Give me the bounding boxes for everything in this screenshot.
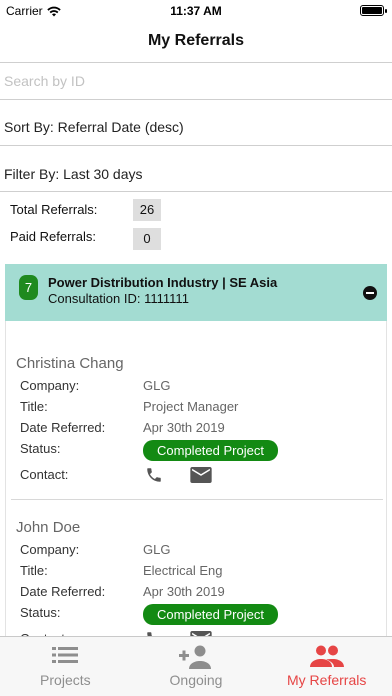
title-label: Title:: [20, 399, 48, 414]
project-header[interactable]: 7 Power Distribution Industry | SE Asia …: [5, 264, 387, 321]
tab-ongoing[interactable]: Ongoing: [131, 637, 262, 696]
company-label: Company:: [20, 378, 80, 393]
title-label: Title:: [20, 563, 48, 578]
sort-label: Sort By: Referral Date (desc): [4, 119, 184, 135]
status-badge: Completed Project: [143, 604, 278, 625]
navigation-bar: My Referrals: [0, 20, 392, 62]
status-time: 11:37 AM: [170, 4, 222, 18]
consultation-id: Consultation ID: 1111111: [48, 291, 189, 306]
search-row: [0, 62, 392, 100]
referral-list: Christina Chang Company: GLG Title: Proj…: [5, 321, 387, 641]
title-value: Project Manager: [143, 399, 239, 414]
company-label: Company:: [20, 542, 80, 557]
filter-selector[interactable]: Filter By: Last 30 days: [0, 146, 392, 192]
contact-label: Contact:: [20, 467, 69, 482]
status-bar: Carrier 11:37 AM: [0, 0, 392, 20]
filter-label: Filter By: Last 30 days: [4, 166, 143, 182]
tab-projects-label: Projects: [40, 672, 91, 688]
tab-ongoing-label: Ongoing: [169, 672, 223, 688]
collapse-icon[interactable]: [363, 286, 377, 300]
date-referred-label: Date Referred:: [20, 420, 106, 435]
tab-my-referrals-label: My Referrals: [287, 672, 367, 688]
status-label: Status:: [20, 441, 61, 456]
company-value: GLG: [143, 378, 171, 393]
battery-icon: [360, 5, 387, 16]
title-value: Electrical Eng: [143, 563, 223, 578]
referral-name: Christina Chang: [16, 355, 124, 372]
referral-count-badge: 7: [19, 275, 38, 300]
list-icon: [52, 647, 79, 663]
paid-referrals-label: Paid Referrals:: [10, 229, 96, 244]
search-input[interactable]: [4, 63, 384, 99]
status-label: Status:: [20, 605, 61, 620]
date-referred-value: Apr 30th 2019: [143, 420, 225, 435]
sort-selector[interactable]: Sort By: Referral Date (desc): [0, 100, 392, 146]
divider: [11, 499, 383, 500]
people-icon: [309, 645, 344, 667]
date-referred-value: Apr 30th 2019: [143, 584, 225, 599]
date-referred-label: Date Referred:: [20, 584, 106, 599]
email-icon[interactable]: [190, 467, 212, 483]
paid-referrals-value: 0: [133, 228, 161, 250]
total-referrals-value: 26: [133, 199, 161, 221]
project-title: Power Distribution Industry | SE Asia: [48, 275, 278, 290]
tab-projects[interactable]: Projects: [0, 637, 131, 696]
tab-my-referrals[interactable]: My Referrals: [261, 637, 392, 696]
add-person-icon: [179, 645, 211, 669]
page-title: My Referrals: [147, 32, 245, 49]
status-badge: Completed Project: [143, 440, 278, 461]
phone-icon[interactable]: [145, 466, 163, 484]
total-referrals-label: Total Referrals:: [10, 202, 98, 217]
tab-bar: Projects Ongoing My Referrals: [0, 636, 392, 696]
referral-name: John Doe: [16, 519, 81, 536]
company-value: GLG: [143, 542, 171, 557]
